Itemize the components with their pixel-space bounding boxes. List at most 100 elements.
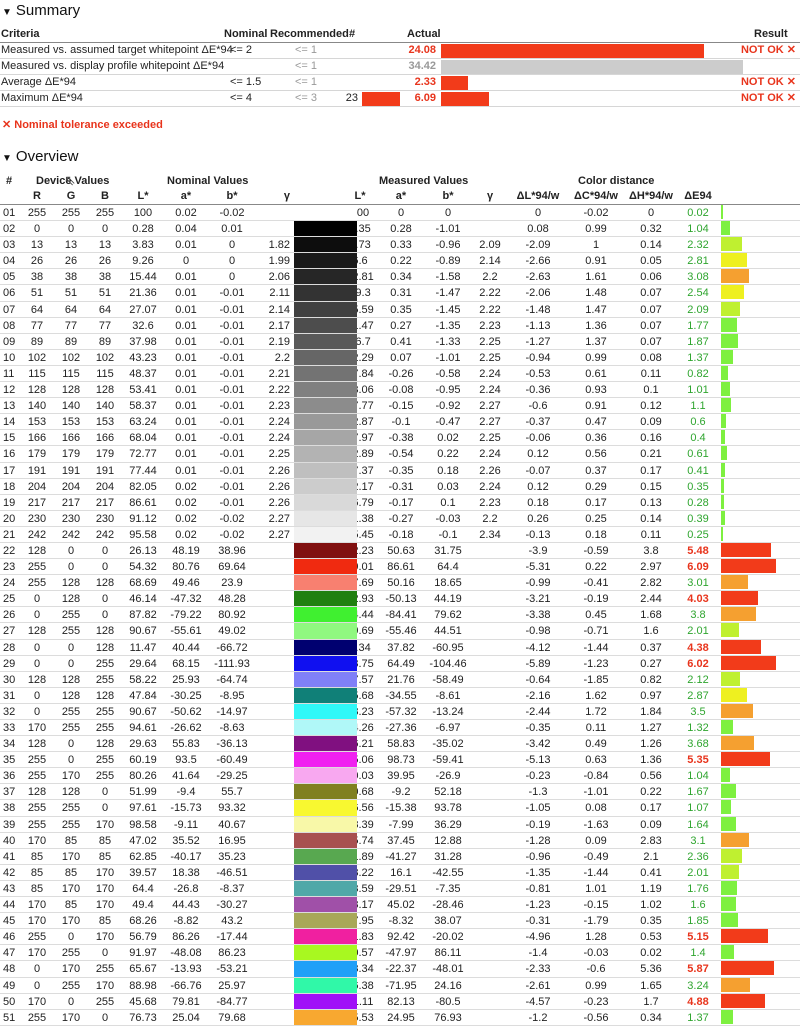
delta-e: 2.32 [687,239,709,252]
measured-b: 0.18 [437,464,459,477]
measured-a: -50.13 [385,593,417,606]
delta-l: -4.57 [525,995,551,1008]
overview-row: 26 0 255 0 87.82 -79.22 80.92 84.44 -84.41 79.62-… [0,607,800,624]
nominal-b: -0.01 [219,464,245,477]
summary-section-toggle[interactable]: ▼ Summary [2,2,80,19]
delta-e-bar [721,880,737,895]
measured-gamma: 2.34 [479,528,501,541]
delta-e: 2.01 [687,625,709,638]
nominal-b: 93.32 [218,802,246,815]
device-g: 242 [61,528,81,541]
nominal-b: -14.97 [216,705,248,718]
overview-row: 51 255 170 0 76.73 25.04 79.68 75.53 24.95 76.93-… [0,1009,800,1026]
nominal-b: -8.63 [219,722,245,734]
row-number: 29 [3,657,16,670]
delta-h: 1.19 [640,882,662,895]
overview-row: 31 0 128 128 47.84 -30.25 -8.95 45.68 -34.55 -8.6… [0,687,800,704]
delta-c: -0.15 [583,899,609,912]
col-nominal: Nominal [224,28,268,40]
device-g: 128 [61,593,81,606]
sub-a: a* [180,190,192,202]
measured-b: 24.16 [434,979,462,992]
sub-de: ΔE94 [684,190,712,202]
delta-l: -0.98 [525,625,551,638]
nominal-b: 0 [228,255,236,268]
row-number: 25 [3,593,16,606]
measured-b: -0.95 [435,384,461,397]
measured-a: -71.95 [385,979,417,992]
delta-l: 0.12 [527,480,549,493]
delta-e-bar [721,542,771,557]
nominal-b: 23.9 [221,577,243,590]
col-count: # [349,28,356,40]
measured-b: -1.01 [435,223,461,236]
delta-e-bar [721,752,770,767]
delta-e: 1.85 [687,915,709,928]
color-swatch [294,1009,357,1025]
measured-a: -34.55 [385,689,417,702]
delta-e-bar [721,430,725,445]
measured-b: 12.88 [434,834,462,847]
delta-l: -5.89 [525,657,551,670]
nominal-l: 3.83 [132,239,154,252]
summary-actual-bar [441,92,489,106]
nominal-b: -8.37 [219,882,245,895]
delta-h: 1.65 [640,979,662,992]
measured-a: -0.17 [388,496,414,509]
nominal-l: 29.64 [129,657,157,670]
nominal-a: 55.83 [172,738,200,751]
delta-c: 1.72 [585,705,607,718]
nominal-l: 76.73 [129,1011,157,1024]
measured-a: -0.38 [388,432,414,445]
nominal-l: 46.14 [129,593,157,606]
delta-e: 0.35 [687,480,709,493]
nominal-a: 0 [182,255,190,268]
measured-a: -29.51 [385,882,417,895]
measured-a: 50.63 [387,544,415,557]
delta-e: 1.4 [690,947,706,960]
delta-h: 3.8 [643,544,659,557]
summary-count-bar [362,92,400,106]
device-g: 38 [64,271,78,284]
delta-e: 1.37 [687,1011,709,1024]
device-r: 128 [27,544,47,557]
device-r: 170 [27,947,47,960]
delta-c: 1.47 [585,303,607,316]
delta-e: 2.12 [687,673,709,686]
color-swatch [294,623,357,639]
device-b: 255 [95,673,115,686]
device-b: 38 [98,271,112,284]
sub-bb: b* [226,190,238,202]
nominal-gamma: 1.82 [268,239,290,252]
measured-gamma: 2.25 [479,432,501,445]
delta-c: 0.99 [585,223,607,236]
device-g: 170 [61,915,81,928]
nominal-a: 0.01 [175,319,197,332]
delta-h: 0.05 [640,255,662,268]
delta-h: 0.56 [640,770,662,783]
delta-h: 0.07 [640,319,662,332]
delta-h: 0.09 [640,818,662,831]
delta-c: 0.11 [585,722,607,734]
device-b: 128 [95,641,115,654]
delta-c: -0.23 [583,995,609,1008]
measured-b: 44.51 [434,625,462,638]
measured-b: 64.4 [437,561,459,574]
overview-row: 06 51 51 51 21.36 0.01 -0.01 2.11 19.3 0.31 -1.47 2… [0,285,800,302]
row-number: 16 [3,448,16,461]
delta-h: 1.02 [640,899,662,912]
nominal-a: -55.61 [170,625,202,638]
measured-b: 79.62 [434,609,462,622]
device-b: 0 [101,561,109,574]
overview-row: 19 217 217 217 86.61 0.02 -0.01 2.26 86.79 -0.17 0… [0,494,800,511]
delta-e: 0.4 [690,432,706,445]
measured-b: 52.18 [434,786,462,799]
measured-gamma: 2.14 [479,255,501,268]
overview-row: 08 77 77 77 32.6 0.01 -0.01 2.17 31.47 0.27 -1.35 2… [0,317,800,334]
device-g: 170 [61,850,81,863]
device-b: 128 [95,625,115,638]
delta-e-bar [721,864,739,879]
overview-section-toggle[interactable]: ▼ Overview [2,148,78,165]
device-r: 166 [27,432,47,445]
device-g: 191 [61,464,81,477]
